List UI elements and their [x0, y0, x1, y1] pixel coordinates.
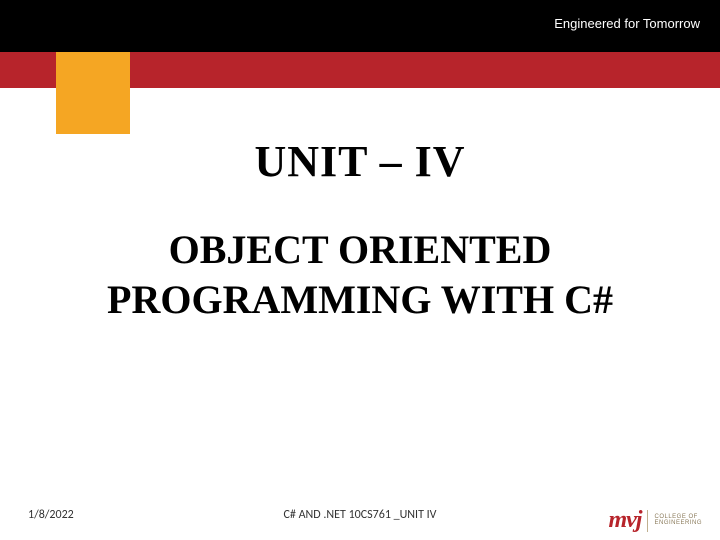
tagline-text: Engineered for Tomorrow	[554, 16, 700, 31]
logo-divider	[647, 510, 648, 532]
accent-block	[56, 52, 130, 134]
logo-text: COLLEGE OF ENGINEERING	[654, 515, 702, 526]
header-bar: Engineered for Tomorrow	[0, 0, 720, 52]
accent-bar	[0, 52, 720, 88]
unit-title: UNIT – IV	[0, 136, 720, 187]
subject-title: OBJECT ORIENTED PROGRAMMING WITH C#	[0, 225, 720, 325]
footer-date: 1/8/2022	[28, 508, 74, 522]
college-logo: mvj COLLEGE OF ENGINEERING	[608, 507, 702, 534]
logo-line2: ENGINEERING	[654, 521, 702, 526]
logo-mark: mvj	[608, 507, 641, 534]
